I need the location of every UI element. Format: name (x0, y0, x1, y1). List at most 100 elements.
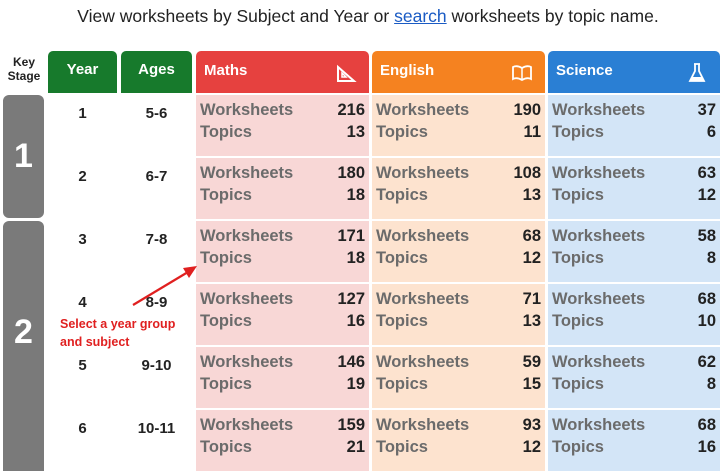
worksheets-count: 127 (337, 290, 365, 308)
worksheets-count: 190 (513, 101, 541, 119)
worksheets-label: Worksheets (200, 290, 294, 308)
year-cell[interactable]: 6 (48, 410, 117, 471)
search-link[interactable]: search (394, 6, 447, 26)
topics-count: 13 (522, 186, 541, 204)
science-cell[interactable]: Worksheets 58 Topics 8 (548, 221, 720, 282)
topics-label: Topics (376, 123, 428, 141)
english-worksheets-line: Worksheets 190 (376, 99, 541, 121)
english-worksheets-line: Worksheets 59 (376, 351, 541, 373)
maths-topics-line: Topics 21 (200, 436, 365, 458)
worksheets-label: Worksheets (376, 290, 470, 308)
topics-label: Topics (552, 312, 604, 330)
topics-count: 21 (346, 438, 365, 456)
english-cell[interactable]: Worksheets 71 Topics 13 (372, 284, 545, 345)
maths-cell[interactable]: Worksheets 216 Topics 13 (196, 95, 369, 156)
worksheets-label: Worksheets (552, 290, 646, 308)
maths-header[interactable]: Maths (196, 51, 369, 93)
worksheets-count: 146 (337, 353, 365, 371)
topics-label: Topics (552, 249, 604, 267)
english-worksheets-line: Worksheets 93 (376, 414, 541, 436)
ages-cell[interactable]: 7-8 (121, 221, 192, 282)
science-cell[interactable]: Worksheets 62 Topics 8 (548, 347, 720, 408)
topics-label: Topics (376, 249, 428, 267)
english-topics-line: Topics 12 (376, 436, 541, 458)
topics-label: Topics (552, 438, 604, 456)
maths-worksheets-line: Worksheets 127 (200, 288, 365, 310)
maths-topics-line: Topics 19 (200, 373, 365, 395)
maths-topics-line: Topics 13 (200, 121, 365, 143)
maths-worksheets-line: Worksheets 159 (200, 414, 365, 436)
worksheets-count: 216 (337, 101, 365, 119)
english-cell[interactable]: Worksheets 93 Topics 12 (372, 410, 545, 471)
science-cell[interactable]: Worksheets 68 Topics 10 (548, 284, 720, 345)
science-topics-line: Topics 8 (552, 247, 716, 269)
topics-count: 12 (522, 249, 541, 267)
english-cell[interactable]: Worksheets 190 Topics 11 (372, 95, 545, 156)
worksheets-count: 180 (337, 164, 365, 182)
maths-cell[interactable]: Worksheets 146 Topics 19 (196, 347, 369, 408)
maths-cell[interactable]: Worksheets 180 Topics 18 (196, 158, 369, 219)
english-cell[interactable]: Worksheets 108 Topics 13 (372, 158, 545, 219)
ages-cell[interactable]: 5-6 (121, 95, 192, 156)
topics-count: 6 (706, 123, 716, 141)
topics-label: Topics (200, 375, 252, 393)
worksheets-count: 93 (522, 416, 541, 434)
english-topics-line: Topics 13 (376, 310, 541, 332)
ages-cell[interactable]: 10-11 (121, 410, 192, 471)
science-worksheets-line: Worksheets 68 (552, 288, 716, 310)
science-header[interactable]: Science (548, 51, 720, 93)
year-cell[interactable]: 5 (48, 347, 117, 408)
science-cell[interactable]: Worksheets 63 Topics 12 (548, 158, 720, 219)
maths-topics-line: Topics 18 (200, 184, 365, 206)
topics-label: Topics (376, 438, 428, 456)
science-worksheets-line: Worksheets 37 (552, 99, 716, 121)
science-topics-line: Topics 6 (552, 121, 716, 143)
set-square-icon (337, 64, 357, 82)
annotation-line-1: Select a year group (60, 317, 176, 331)
maths-cell[interactable]: Worksheets 159 Topics 21 (196, 410, 369, 471)
topics-count: 18 (346, 249, 365, 267)
worksheets-label: Worksheets (376, 227, 470, 245)
topics-label: Topics (552, 375, 604, 393)
maths-cell[interactable]: Worksheets 127 Topics 16 (196, 284, 369, 345)
topics-count: 16 (346, 312, 365, 330)
topics-label: Topics (376, 375, 428, 393)
worksheets-count: 171 (337, 227, 365, 245)
worksheets-count: 68 (697, 290, 716, 308)
english-header[interactable]: English (372, 51, 545, 93)
topics-count: 18 (346, 186, 365, 204)
topics-count: 8 (706, 375, 716, 393)
topics-label: Topics (200, 186, 252, 204)
worksheets-label: Worksheets (376, 353, 470, 371)
english-topics-line: Topics 13 (376, 184, 541, 206)
science-cell[interactable]: Worksheets 68 Topics 16 (548, 410, 720, 471)
topics-count: 12 (522, 438, 541, 456)
science-worksheets-line: Worksheets 63 (552, 162, 716, 184)
topics-label: Topics (200, 312, 252, 330)
worksheets-label: Worksheets (200, 353, 294, 371)
worksheets-label: Worksheets (552, 227, 646, 245)
ages-cell[interactable]: 6-7 (121, 158, 192, 219)
year-cell[interactable]: 1 (48, 95, 117, 156)
year-cell[interactable]: 3 (48, 221, 117, 282)
science-cell[interactable]: Worksheets 37 Topics 6 (548, 95, 720, 156)
maths-header-label: Maths (204, 62, 248, 79)
worksheets-label: Worksheets (200, 101, 294, 119)
maths-worksheets-line: Worksheets 146 (200, 351, 365, 373)
english-topics-line: Topics 12 (376, 247, 541, 269)
intro-after: worksheets by topic name. (446, 6, 659, 26)
worksheets-count: 62 (697, 353, 716, 371)
ages-cell[interactable]: 9-10 (121, 347, 192, 408)
english-cell[interactable]: Worksheets 59 Topics 15 (372, 347, 545, 408)
flask-icon (688, 63, 706, 82)
topics-count: 10 (697, 312, 716, 330)
maths-cell[interactable]: Worksheets 171 Topics 18 (196, 221, 369, 282)
topics-label: Topics (552, 123, 604, 141)
worksheets-count: 59 (522, 353, 541, 371)
year-cell[interactable]: 2 (48, 158, 117, 219)
worksheets-count: 159 (337, 416, 365, 434)
worksheets-label: Worksheets (552, 353, 646, 371)
worksheets-label: Worksheets (376, 101, 470, 119)
english-cell[interactable]: Worksheets 68 Topics 12 (372, 221, 545, 282)
ages-header: Ages (121, 51, 192, 93)
